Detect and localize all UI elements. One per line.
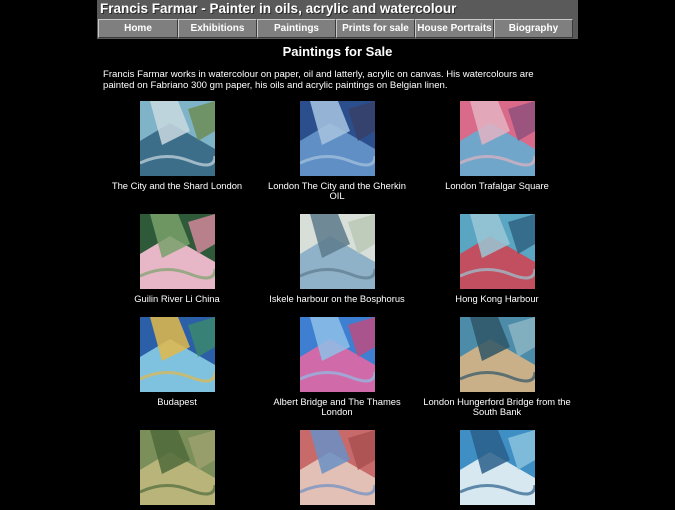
painting-card: Budapest (102, 317, 252, 407)
painting-card: London Hungerford Bridge from the South … (422, 317, 572, 418)
painting-caption[interactable]: Iskele harbour on the Bosphorus (262, 293, 412, 304)
painting-card (102, 430, 252, 510)
painting-caption[interactable]: The City and the Shard London (102, 180, 252, 191)
intro-text: Francis Farmar works in watercolour on p… (103, 69, 534, 92)
painting-thumbnail[interactable] (459, 214, 535, 289)
painting-card: Iskele harbour on the Bosphorus (262, 214, 412, 304)
painting-caption[interactable]: Albert Bridge and The Thames London (262, 396, 412, 418)
painting-thumbnail[interactable] (299, 317, 375, 392)
painting-thumbnail[interactable] (139, 101, 215, 176)
nav-paintings[interactable]: Paintings (257, 19, 336, 38)
painting-card: Hong Kong Harbour (422, 214, 572, 304)
painting-card (422, 430, 572, 510)
nav-biography[interactable]: Biography (494, 19, 573, 38)
painting-thumbnail[interactable] (299, 101, 375, 176)
painting-thumbnail[interactable] (139, 430, 215, 505)
painting-thumbnail[interactable] (459, 317, 535, 392)
painting-thumbnail[interactable] (459, 430, 535, 505)
nav-home[interactable]: Home (98, 19, 178, 38)
painting-card: London The City and the Gherkin OIL (262, 101, 412, 202)
painting-thumbnail[interactable] (139, 317, 215, 392)
painting-caption[interactable]: London Trafalgar Square (422, 180, 572, 191)
painting-caption[interactable]: London The City and the Gherkin OIL (262, 180, 412, 202)
painting-caption[interactable]: Guilin River Li China (102, 293, 252, 304)
painting-caption[interactable]: Hong Kong Harbour (422, 293, 572, 304)
site-header: Francis Farmar - Painter in oils, acryli… (97, 0, 578, 39)
nav-house-portraits[interactable]: House Portraits (415, 19, 494, 38)
painting-caption[interactable]: London Hungerford Bridge from the South … (422, 396, 572, 418)
nav-prints-for-sale[interactable]: Prints for sale (336, 19, 415, 38)
painting-caption[interactable]: Budapest (102, 396, 252, 407)
painting-card: Guilin River Li China (102, 214, 252, 304)
nav-exhibitions[interactable]: Exhibitions (178, 19, 257, 38)
painting-card: Albert Bridge and The Thames London (262, 317, 412, 418)
painting-card: The City and the Shard London (102, 101, 252, 191)
painting-card (262, 430, 412, 510)
page-heading: Paintings for Sale (282, 44, 393, 59)
painting-card: London Trafalgar Square (422, 101, 572, 191)
painting-thumbnail[interactable] (299, 214, 375, 289)
site-title: Francis Farmar - Painter in oils, acryli… (100, 1, 457, 16)
painting-thumbnail[interactable] (299, 430, 375, 505)
painting-thumbnail[interactable] (459, 101, 535, 176)
painting-thumbnail[interactable] (139, 214, 215, 289)
